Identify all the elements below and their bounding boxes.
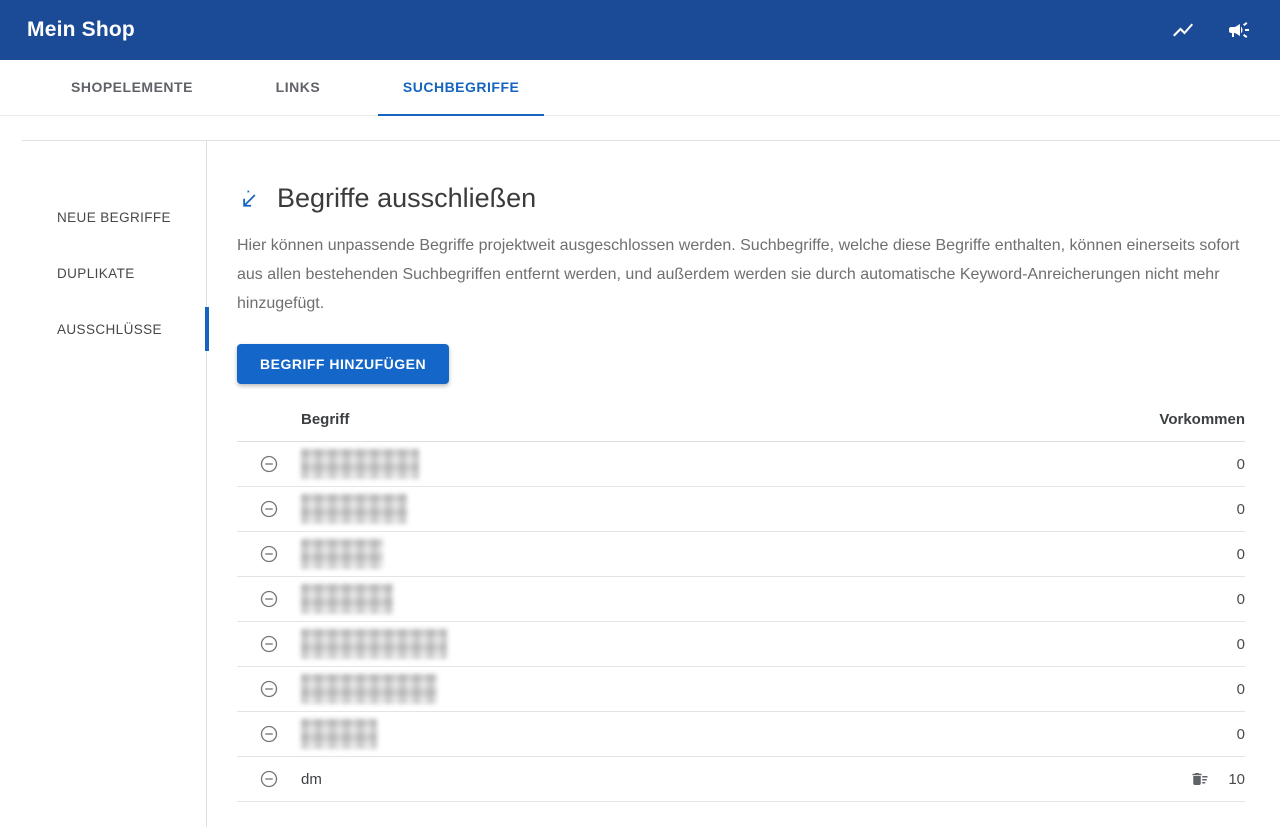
add-term-button[interactable]: BEGRIFF HINZUFÜGEN	[237, 344, 449, 384]
table-row: 0	[237, 442, 1245, 487]
page-head: Begriffe ausschließen	[237, 183, 1245, 214]
remove-term-icon[interactable]	[258, 768, 280, 790]
remove-term-icon[interactable]	[258, 723, 280, 745]
table-row: 0	[237, 667, 1245, 712]
column-header-begriff: Begriff	[301, 411, 1095, 428]
table-row: 0	[237, 532, 1245, 577]
header-icons	[1170, 17, 1252, 43]
table-row: 0	[237, 622, 1245, 667]
redacted-term	[301, 449, 419, 479]
redacted-term	[301, 494, 407, 524]
redacted-term	[301, 584, 393, 614]
occurrence-count: 0	[1237, 501, 1245, 518]
remove-term-icon[interactable]	[258, 498, 280, 520]
remove-term-icon[interactable]	[258, 453, 280, 475]
tab-suchbegriffe[interactable]: SUCHBEGRIFFE	[378, 60, 544, 116]
table-row: 0	[237, 577, 1245, 622]
sidebar-item-neue-begriffe[interactable]: NEUE BEGRIFFE	[22, 189, 206, 245]
remove-term-icon[interactable]	[258, 678, 280, 700]
occurrence-count: 0	[1237, 456, 1245, 473]
table-header: Begriff Vorkommen	[237, 398, 1245, 442]
remove-term-icon[interactable]	[258, 588, 280, 610]
tab-links[interactable]: LINKS	[218, 60, 378, 116]
page-description: Hier können unpassende Begriffe projektw…	[237, 231, 1245, 318]
page-title: Begriffe ausschließen	[277, 183, 536, 214]
exclude-icon	[237, 190, 259, 212]
delete-sweep-icon[interactable]	[1190, 769, 1210, 789]
term-text: dm	[301, 771, 322, 788]
terms-table: Begriff Vorkommen 0 0 0	[237, 398, 1245, 802]
occurrence-count: 0	[1237, 636, 1245, 653]
redacted-term	[301, 629, 447, 659]
occurrence-count: 10	[1228, 771, 1245, 788]
remove-term-icon[interactable]	[258, 543, 280, 565]
column-header-vorkommen: Vorkommen	[1095, 411, 1245, 428]
occurrence-count: 0	[1237, 591, 1245, 608]
redacted-term	[301, 719, 377, 749]
tab-shopelemente[interactable]: SHOPELEMENTE	[46, 60, 218, 116]
occurrence-count: 0	[1237, 726, 1245, 743]
trend-chart-icon[interactable]	[1170, 17, 1196, 43]
remove-term-icon[interactable]	[258, 633, 280, 655]
sidebar-item-duplikate[interactable]: DUPLIKATE	[22, 245, 206, 301]
redacted-term	[301, 674, 437, 704]
table-row: dm 10	[237, 757, 1245, 802]
redacted-term	[301, 539, 383, 569]
table-row: 0	[237, 712, 1245, 757]
megaphone-icon[interactable]	[1226, 17, 1252, 43]
occurrence-count: 0	[1237, 681, 1245, 698]
occurrence-count: 0	[1237, 546, 1245, 563]
content-area: NEUE BEGRIFFE DUPLIKATE AUSSCHLÜSSE Begr…	[22, 140, 1280, 827]
sidebar: NEUE BEGRIFFE DUPLIKATE AUSSCHLÜSSE	[22, 141, 207, 827]
table-row: 0	[237, 487, 1245, 532]
app-title: Mein Shop	[27, 18, 135, 42]
main-panel: Begriffe ausschließen Hier können unpass…	[207, 141, 1280, 827]
app-header: Mein Shop	[0, 0, 1280, 60]
sidebar-item-ausschluesse[interactable]: AUSSCHLÜSSE	[22, 301, 206, 357]
tab-bar: SHOPELEMENTE LINKS SUCHBEGRIFFE	[0, 60, 1280, 116]
